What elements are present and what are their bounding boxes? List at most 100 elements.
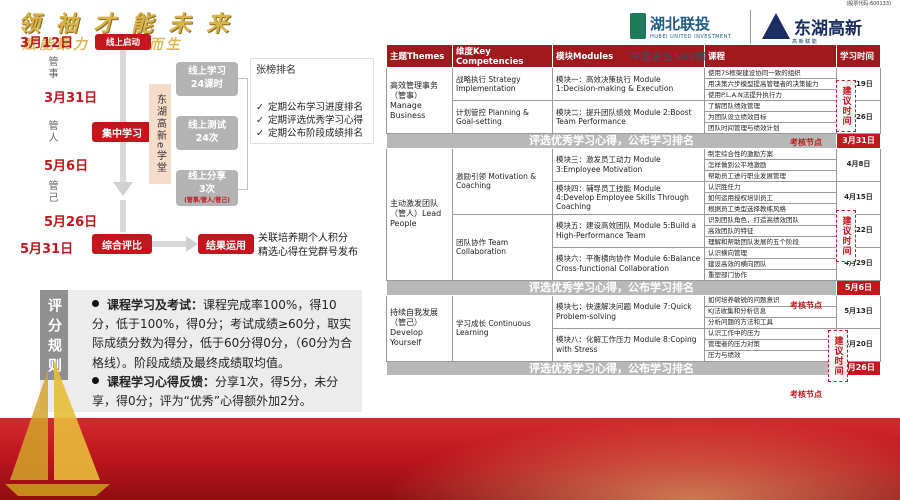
course-cell: 用决策六步模型提高管理者的决策能力 <box>704 78 837 90</box>
result-note: 关联培养期个人积分 精选心得在党群号发布 <box>258 233 358 258</box>
module-1: 模块一：高效决策执行 Module 1:Decision-making & Ex… <box>552 67 705 101</box>
flow-arrow-right-shaft <box>152 241 188 247</box>
scoring-rule-1: 课程学习及考试：课程完成率100%，得10分，低于100%，得0分；考试成绩≥6… <box>92 298 353 370</box>
course-cell: 分析问题的方法和工具 <box>704 316 837 329</box>
milestone-band: 评选优秀学习心得，公布学习排名 5月6日 <box>386 279 881 296</box>
theme-lead-people: 主动激发团队（管人）Lead People <box>386 147 453 281</box>
course-cell: 使用P.L.A.N法提升执行力 <box>704 89 837 101</box>
course-cell: 管理者的压力对策 <box>704 338 837 351</box>
assessment-node-label: 考核节点 <box>790 138 822 147</box>
header-competencies: 维度Key Competencies <box>452 44 553 68</box>
module-3: 模块三：激发员工动力 Module 3:Employee Motivation <box>552 147 705 182</box>
date-final: 5月31日 <box>20 242 74 257</box>
course-cell: 团队时间管理与绩效计划 <box>704 122 837 134</box>
east-lake-logo-icon <box>762 13 790 39</box>
date-module-6: 5月6日 <box>44 159 89 174</box>
ranking-item: ✓ 定期评选优秀学习心得 <box>256 114 363 126</box>
header-themes: 主题Themes <box>386 44 453 68</box>
suggest-time-stamp: 建议时间 <box>828 330 848 382</box>
milestone-band: 评选优秀学习心得，公布学习排名 5月26日 <box>386 360 881 377</box>
e-classroom-label: 东湖高新e学堂 <box>149 84 171 184</box>
launch-box: 线上启动 <box>95 34 151 50</box>
theme-develop-yourself: 持续自我发展（管己）Develop Yourself <box>386 294 453 362</box>
date-cell: 5月13日 <box>836 294 881 329</box>
sailboat-icon <box>5 360 110 496</box>
stage-manage-business: 管事 <box>46 56 57 80</box>
theme-manage-business: 高效管理事务（管事）Manage Business <box>386 67 453 134</box>
bullet-icon <box>92 300 99 307</box>
module-2: 模块二：提升团队绩效 Module 2:Boost Team Performan… <box>552 100 705 134</box>
hubei-logo-icon <box>630 13 646 39</box>
flow-arrow-shaft <box>120 50 126 126</box>
table-row: 团队协作 Team Collaboration 模块五：建设高效团队 Modul… <box>387 213 881 281</box>
suggest-time-stamp: 建议时间 <box>836 210 856 262</box>
band-label: 评选优秀学习心得，公布学习排名 <box>386 360 837 377</box>
assessment-node-label: 考核节点 <box>790 390 822 399</box>
course-cell: 高效团队的特征 <box>704 224 837 237</box>
date-module-8: 5月26日 <box>44 215 98 230</box>
date-launch: 3月12日 <box>20 36 74 51</box>
dimension-planning: 计划管控 Planning & Goal-setting <box>452 100 553 134</box>
stock-code: (股票代码:600133) <box>846 1 891 7</box>
check-icon: ✓ <box>256 102 264 113</box>
east-lake-logo: 东湖高新 (股票代码:600133) <box>762 1 897 44</box>
online-share-scope: (管事/管人/管己) <box>184 196 230 204</box>
module-6: 模块六：平衡横向协作 Module 6:Balance Cross-functi… <box>552 246 705 281</box>
dimension-motivation: 激励引领 Motivation & Coaching <box>452 147 553 215</box>
scoring-rules: 课程学习及考试：课程完成率100%，得10分，低于100%，得0分；考试成绩≥6… <box>92 296 354 411</box>
online-share-label: 线上分享 <box>187 171 226 183</box>
compare-box: 综合评比 <box>92 234 152 254</box>
course-cell: 了解团队绩效管理 <box>704 100 837 112</box>
band-date: 5月6日 <box>836 279 881 296</box>
hubei-logo-sub: HUBEI UNITED INVESTMENT <box>650 33 732 40</box>
course-plan-table: 主题Themes 维度Key Competencies 模块Modules 课程… <box>386 44 881 377</box>
hubei-logo-name: 湖北联投 <box>650 14 711 33</box>
table-row: 计划管控 Planning & Goal-setting 模块二：提升团队绩效 … <box>387 100 881 134</box>
central-learning-box: 集中学习 <box>92 122 152 142</box>
course-cell: 认识横向管理 <box>704 246 837 259</box>
date-module-2: 3月31日 <box>44 91 98 106</box>
online-learning-box: 线上学习 24课时 <box>176 62 238 96</box>
course-cell: 根据员工类型选择教练风格 <box>704 202 837 215</box>
suggest-time-stamp: 建议时间 <box>836 80 856 132</box>
dimension-collaboration: 团队协作 Team Collaboration <box>452 213 553 281</box>
online-learning-hours: 24课时 <box>190 79 224 90</box>
ranking-list: ✓ 定期公布学习进度排名 ✓ 定期评选优秀学习心得 ✓ 定期公布阶段成绩排名 <box>256 102 372 140</box>
result-box: 结果运用 <box>198 234 254 254</box>
online-learning-label: 线上学习 <box>187 66 226 78</box>
ranking-watermark: 中国企业500强 <box>630 52 708 63</box>
course-cell: 压力与绩效 <box>704 349 837 362</box>
table-row: 主动激发团队（管人）Lead People 激励引领 Motivation & … <box>386 147 881 281</box>
module-4: 模块四：辅导员工技能 Module 4:Develop Employee Ski… <box>552 180 705 215</box>
check-icon: ✓ <box>256 127 264 139</box>
online-share-count: 3次 <box>198 183 216 195</box>
header-courses: 课程 <box>704 44 837 68</box>
course-cell: 认识工作中的压力 <box>704 327 837 340</box>
module-7: 模块七：快速解决问题 Module 7:Quick Problem-solvin… <box>552 294 705 329</box>
ranking-item: ✓ 定期公布学习进度排名 <box>256 102 363 113</box>
course-cell: 如何运用授权培训员工 <box>704 191 837 204</box>
course-cell: 帮助员工进行职业发展管理 <box>704 169 837 182</box>
header-date: 学习时间 <box>836 44 881 68</box>
footer-glow <box>380 418 900 500</box>
east-lake-logo-name: 东湖高新 <box>794 18 862 39</box>
logo-divider <box>750 10 751 44</box>
scoring-rule-2: 课程学习心得反馈：分享1次，得5分，未分享，得0分；评为“优秀”心得额外加2分。 <box>92 374 339 408</box>
table-row: 高效管理事务（管事）Manage Business 战略执行 Strategy … <box>386 67 881 134</box>
arrow-right-icon <box>186 236 198 252</box>
stage-manage-people: 管人 <box>46 120 57 144</box>
module-5: 模块五：建设高效团队 Module 5:Build a High-Perform… <box>552 213 705 248</box>
course-cell: 理解和帮助团队发展的五个阶段 <box>704 235 837 248</box>
course-cell: 识别团队角色，打造高绩效团队 <box>704 213 837 226</box>
arrow-down-icon <box>113 182 133 196</box>
online-test-box: 线上测试 24次 <box>176 116 238 150</box>
flow-arrow-shaft-3 <box>120 200 126 232</box>
band-label: 评选优秀学习心得，公布学习排名 <box>386 133 837 149</box>
date-cell: 4月8日 <box>836 147 881 182</box>
course-cell: 认识胜任力 <box>704 180 837 193</box>
course-cell: 使用7S框架建设协同一致的组织 <box>704 67 837 79</box>
band-label: 评选优秀学习心得，公布学习排名 <box>386 279 837 296</box>
course-cell: 为团队设立绩效目标 <box>704 111 837 123</box>
dimension-learning: 学习成长 Continuous Learning <box>452 294 553 362</box>
course-cell: 制定综合性的激励方案 <box>704 147 837 160</box>
